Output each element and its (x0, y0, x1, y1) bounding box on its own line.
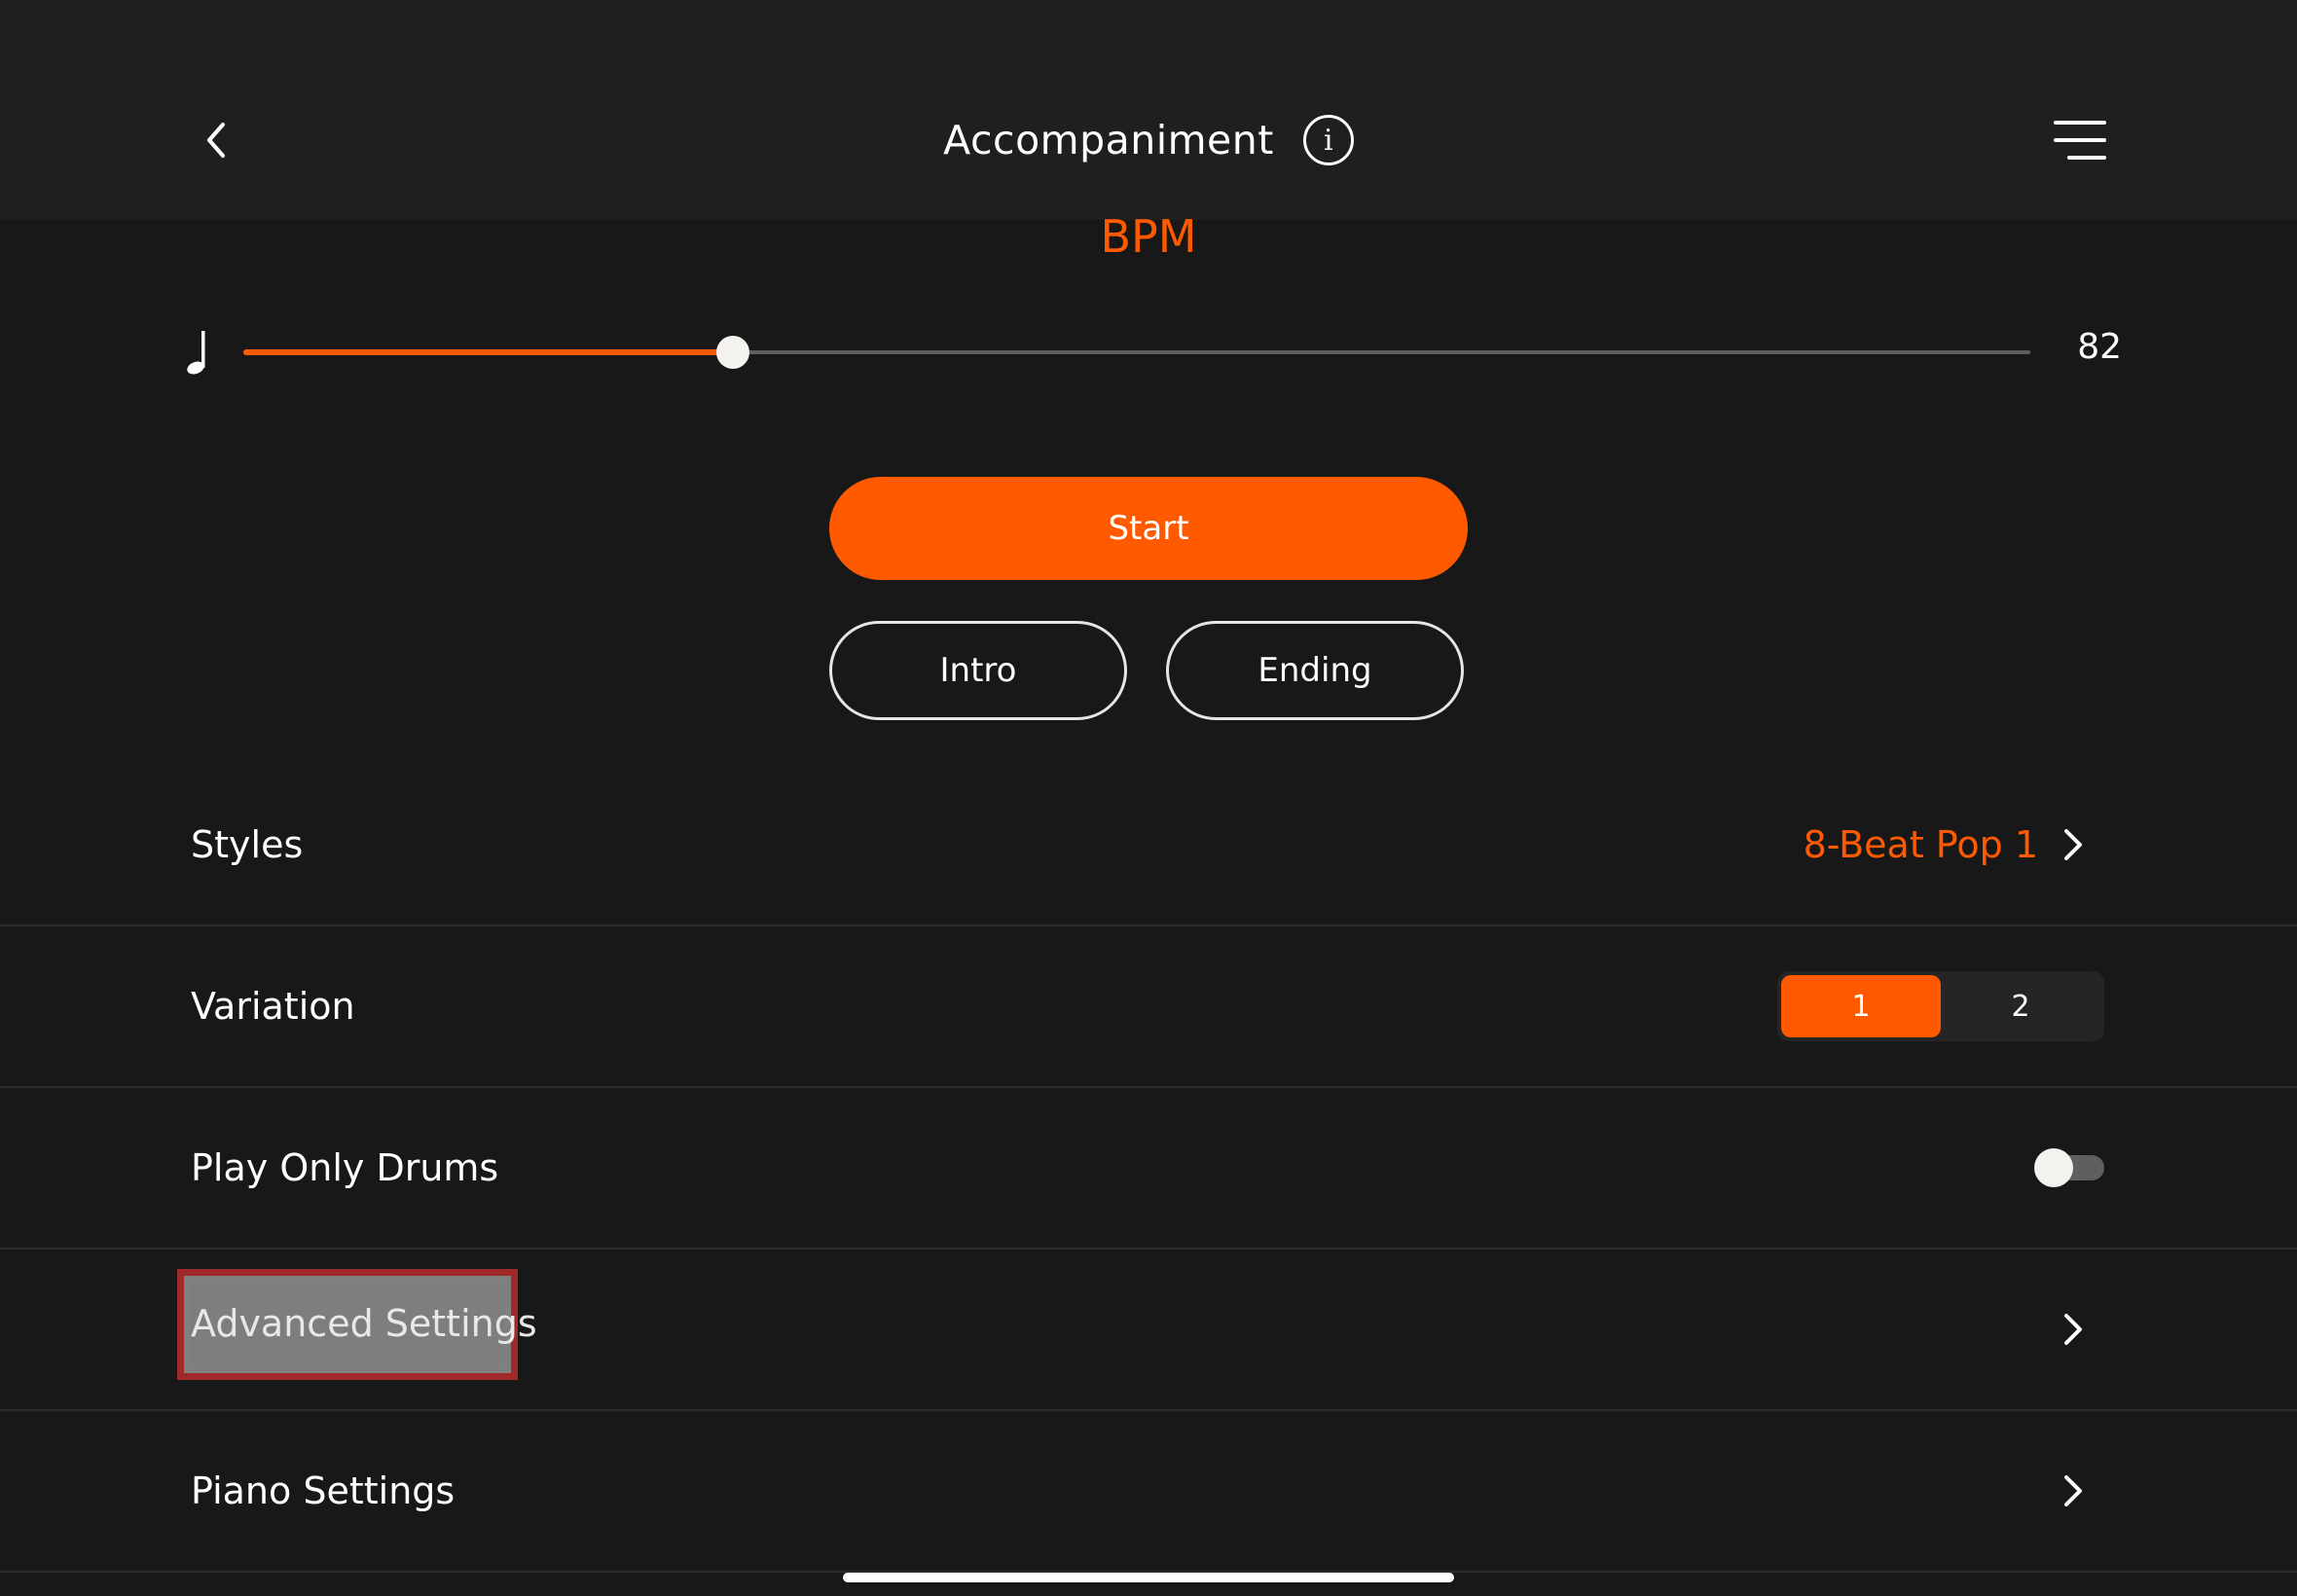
accompaniment-screen: Accompaniment i BPM 82 Start Intro Endin… (0, 0, 2297, 1596)
info-icon[interactable]: i (1302, 115, 1354, 165)
ending-button[interactable]: Ending (1166, 621, 1464, 720)
chevron-right-icon (2054, 1469, 2093, 1512)
play-only-drums-toggle[interactable] (2034, 1147, 2104, 1188)
start-button[interactable]: Start (829, 477, 1468, 580)
toggle-knob (2034, 1148, 2073, 1187)
piano-settings-row[interactable]: Piano Settings (0, 1411, 2297, 1573)
chevron-right-icon (2054, 823, 2093, 866)
variation-selector: 1 2 (1777, 971, 2104, 1041)
variation-label: Variation (191, 985, 355, 1028)
hamburger-menu-icon (2067, 156, 2106, 160)
piano-settings-label: Piano Settings (191, 1469, 456, 1512)
intro-button[interactable]: Intro (829, 621, 1127, 720)
chevron-right-icon (2054, 1308, 2093, 1351)
styles-row[interactable]: Styles 8-Beat Pop 1 (0, 765, 2297, 926)
header-bar: Accompaniment i (0, 0, 2297, 220)
bpm-label: BPM (1100, 210, 1197, 263)
hamburger-menu-icon (2054, 121, 2106, 125)
title-group: Accompaniment i (0, 109, 2297, 171)
play-only-drums-label: Play Only Drums (191, 1146, 499, 1189)
variation-option-2[interactable]: 2 (1941, 975, 2100, 1037)
slider-thumb[interactable] (716, 336, 750, 369)
bpm-value: 82 (2077, 327, 2122, 367)
play-only-drums-row: Play Only Drums (0, 1088, 2297, 1250)
home-indicator (843, 1573, 1454, 1582)
hamburger-menu-icon (2054, 138, 2106, 142)
styles-value: 8-Beat Pop 1 (1803, 823, 2038, 866)
quarter-note-icon (187, 331, 205, 375)
variation-option-1[interactable]: 1 (1781, 975, 1941, 1037)
tempo-slider[interactable] (243, 331, 2030, 374)
slider-fill (243, 349, 734, 355)
info-glyph: i (1324, 123, 1333, 158)
page-title: Accompaniment (943, 117, 1274, 163)
styles-label: Styles (191, 823, 304, 866)
advanced-settings-label[interactable]: Advanced Settings (191, 1302, 537, 1345)
variation-row: Variation 1 2 (0, 926, 2297, 1088)
menu-button[interactable] (2040, 109, 2106, 171)
